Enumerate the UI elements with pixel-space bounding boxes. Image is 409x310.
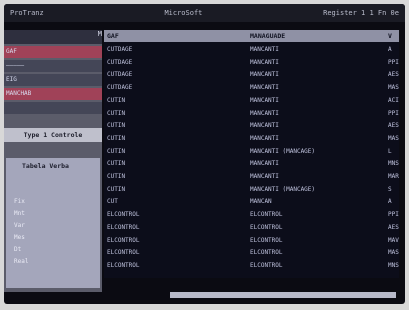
table-cell: CUTIN — [107, 122, 126, 130]
table-cell: ELCONTROL — [107, 236, 140, 244]
table-cell: ELCONTROL — [250, 211, 283, 219]
table-row[interactable]: ELCONTROL ELCONTROL MNS — [104, 260, 399, 271]
table-row[interactable]: CUTIN MANCANTI AES — [104, 120, 399, 131]
table-row[interactable]: CUTIN MANCANTI (MANCAGE) S — [104, 184, 399, 195]
table-row[interactable]: ELCONTROL ELCONTROL MAV — [104, 235, 399, 246]
table-cell: MANCANTI — [250, 109, 279, 117]
table-cell: L — [388, 147, 392, 155]
horizontal-scrollbar[interactable] — [170, 292, 396, 298]
panel-caption: Tabela Verba — [22, 162, 69, 170]
table-cell: ELCONTROL — [107, 249, 140, 257]
sidebar-item[interactable]: GAF — [4, 46, 102, 58]
table-row[interactable]: CUTIN MANCANTI ACI — [104, 95, 399, 106]
table-cell: MAR — [388, 173, 399, 180]
table-cell: MANCANTI (MANCAGE) — [250, 185, 316, 193]
table-row[interactable]: CUTIN MANCANTI MAS — [104, 133, 399, 144]
table-cell: MANCANTI — [250, 122, 279, 130]
table-cell: MANCANTI — [250, 173, 279, 180]
app-name: ProTranz — [10, 9, 44, 17]
table-cell: ELCONTROL — [107, 211, 140, 219]
table-cell: MANCANTI — [250, 71, 279, 79]
panel-label: Mes — [14, 234, 25, 241]
sidebar-item[interactable]: ————— — [4, 60, 102, 72]
table-cell: CUTDAGE — [107, 58, 133, 66]
table-cell: CUTDAGE — [107, 71, 133, 79]
table-cell: MANCANTI — [250, 46, 279, 53]
table-cell: MANCANTI — [250, 96, 279, 104]
table-cell: ACI — [388, 96, 399, 104]
table-cell: CUTIN — [107, 160, 126, 168]
type-control-label[interactable]: Type 1 Controle — [4, 128, 102, 142]
col-header-1[interactable]: GAF — [107, 32, 119, 40]
panel-label: Real — [14, 258, 29, 265]
table-cell: ELCONTROL — [107, 261, 140, 269]
table-cell: ELCONTROL — [250, 261, 283, 269]
sidebar-item[interactable]: EIG — [4, 74, 102, 86]
sidebar-item[interactable] — [4, 102, 102, 114]
window-title: MicroSoft — [164, 9, 203, 17]
table-header: GAF MANAGUADE V — [104, 30, 399, 42]
table-row[interactable]: CUTDAGE MANCANTI AES — [104, 69, 399, 80]
table-cell: CUTIN — [107, 173, 126, 180]
table-cell: AES — [388, 223, 399, 231]
title-bar: ProTranz MicroSoft Register 1 1 Fn 0e — [4, 4, 405, 22]
table-cell: MANCANTI — [250, 134, 279, 142]
table-cell: ELCONTROL — [107, 223, 140, 231]
table-cell: CUTIN — [107, 109, 126, 117]
left-panel: M GAF ————— EIG MANCHAB Type 1 Controle Tab… — [4, 30, 102, 292]
table-cell: ELCONTROL — [250, 249, 283, 257]
table-cell: AES — [388, 122, 399, 130]
table-cell: CUTIN — [107, 96, 126, 104]
table-cell: ELCONTROL — [250, 236, 283, 244]
table-row[interactable]: ELCONTROL ELCONTROL AES — [104, 222, 399, 233]
table-cell: AES — [388, 71, 399, 79]
table-cell: PPI — [388, 211, 399, 219]
table-row[interactable]: CUTIN MANCANTI MNS — [104, 158, 399, 169]
table-row[interactable]: CUTIN MANCANTI MAR — [104, 171, 399, 182]
terminal-screen: ProTranz MicroSoft Register 1 1 Fn 0e M … — [4, 4, 405, 304]
panel-header: M — [4, 30, 102, 44]
table-cell: CUTDAGE — [107, 84, 133, 92]
table-cell: A — [388, 46, 392, 53]
status-readout: Register 1 1 Fn 0e — [323, 9, 399, 17]
table-cell: MANCANTI — [250, 160, 279, 168]
table-cell: MANCAN — [250, 198, 272, 206]
panel-label: Mnt — [14, 210, 25, 217]
table-cell: MAS — [388, 134, 399, 142]
table-cell: MNS — [388, 160, 399, 168]
panel-label: Var — [14, 222, 25, 229]
table-cell: PPI — [388, 58, 399, 66]
table-row[interactable]: CUTDAGE MANCANTI A — [104, 44, 399, 55]
table-row[interactable]: CUTIN MANCANTI (MANCAGE) L — [104, 146, 399, 157]
panel-label: Fix — [14, 198, 25, 205]
table-cell: MANCANTI — [250, 84, 279, 92]
table-cell: ELCONTROL — [250, 223, 283, 231]
col-header-3[interactable]: V — [388, 32, 392, 40]
table-cell: MNS — [388, 261, 399, 269]
sidebar-item[interactable]: MANCHAB — [4, 88, 102, 100]
panel-label: Dt — [14, 246, 22, 253]
verba-panel: Tabela Verba Fix Mnt Var Mes Dt Real — [6, 158, 100, 288]
table-cell: MANCANTI (MANCAGE) — [250, 147, 316, 155]
table-row[interactable]: ELCONTROL ELCONTROL PPI — [104, 209, 399, 220]
table-cell: CUTDAGE — [107, 46, 133, 53]
table-cell: CUTIN — [107, 134, 126, 142]
table-row[interactable]: CUT MANCAN A — [104, 196, 399, 207]
table-cell: CUTIN — [107, 185, 126, 193]
table-cell: A — [388, 198, 392, 206]
table-row[interactable]: ELCONTROL ELCONTROL MAS — [104, 247, 399, 258]
table-row[interactable]: CUTDAGE MANCANTI MAS — [104, 82, 399, 93]
col-header-2[interactable]: MANAGUADE — [250, 32, 285, 40]
table-row[interactable]: CUTIN MANCANTI PPI — [104, 108, 399, 119]
table-cell: MAS — [388, 84, 399, 92]
data-table: GAF MANAGUADE V CUTDAGE MANCANTI A CUTDAGE M… — [104, 30, 399, 278]
table-cell: MANCANTI — [250, 58, 279, 66]
table-cell: CUTIN — [107, 147, 126, 155]
table-cell: MAV — [388, 236, 399, 244]
table-cell: S — [388, 185, 392, 193]
table-cell: MAS — [388, 249, 399, 257]
table-row[interactable]: CUTDAGE MANCANTI PPI — [104, 57, 399, 68]
table-cell: CUT — [107, 198, 118, 206]
table-cell: PPI — [388, 109, 399, 117]
